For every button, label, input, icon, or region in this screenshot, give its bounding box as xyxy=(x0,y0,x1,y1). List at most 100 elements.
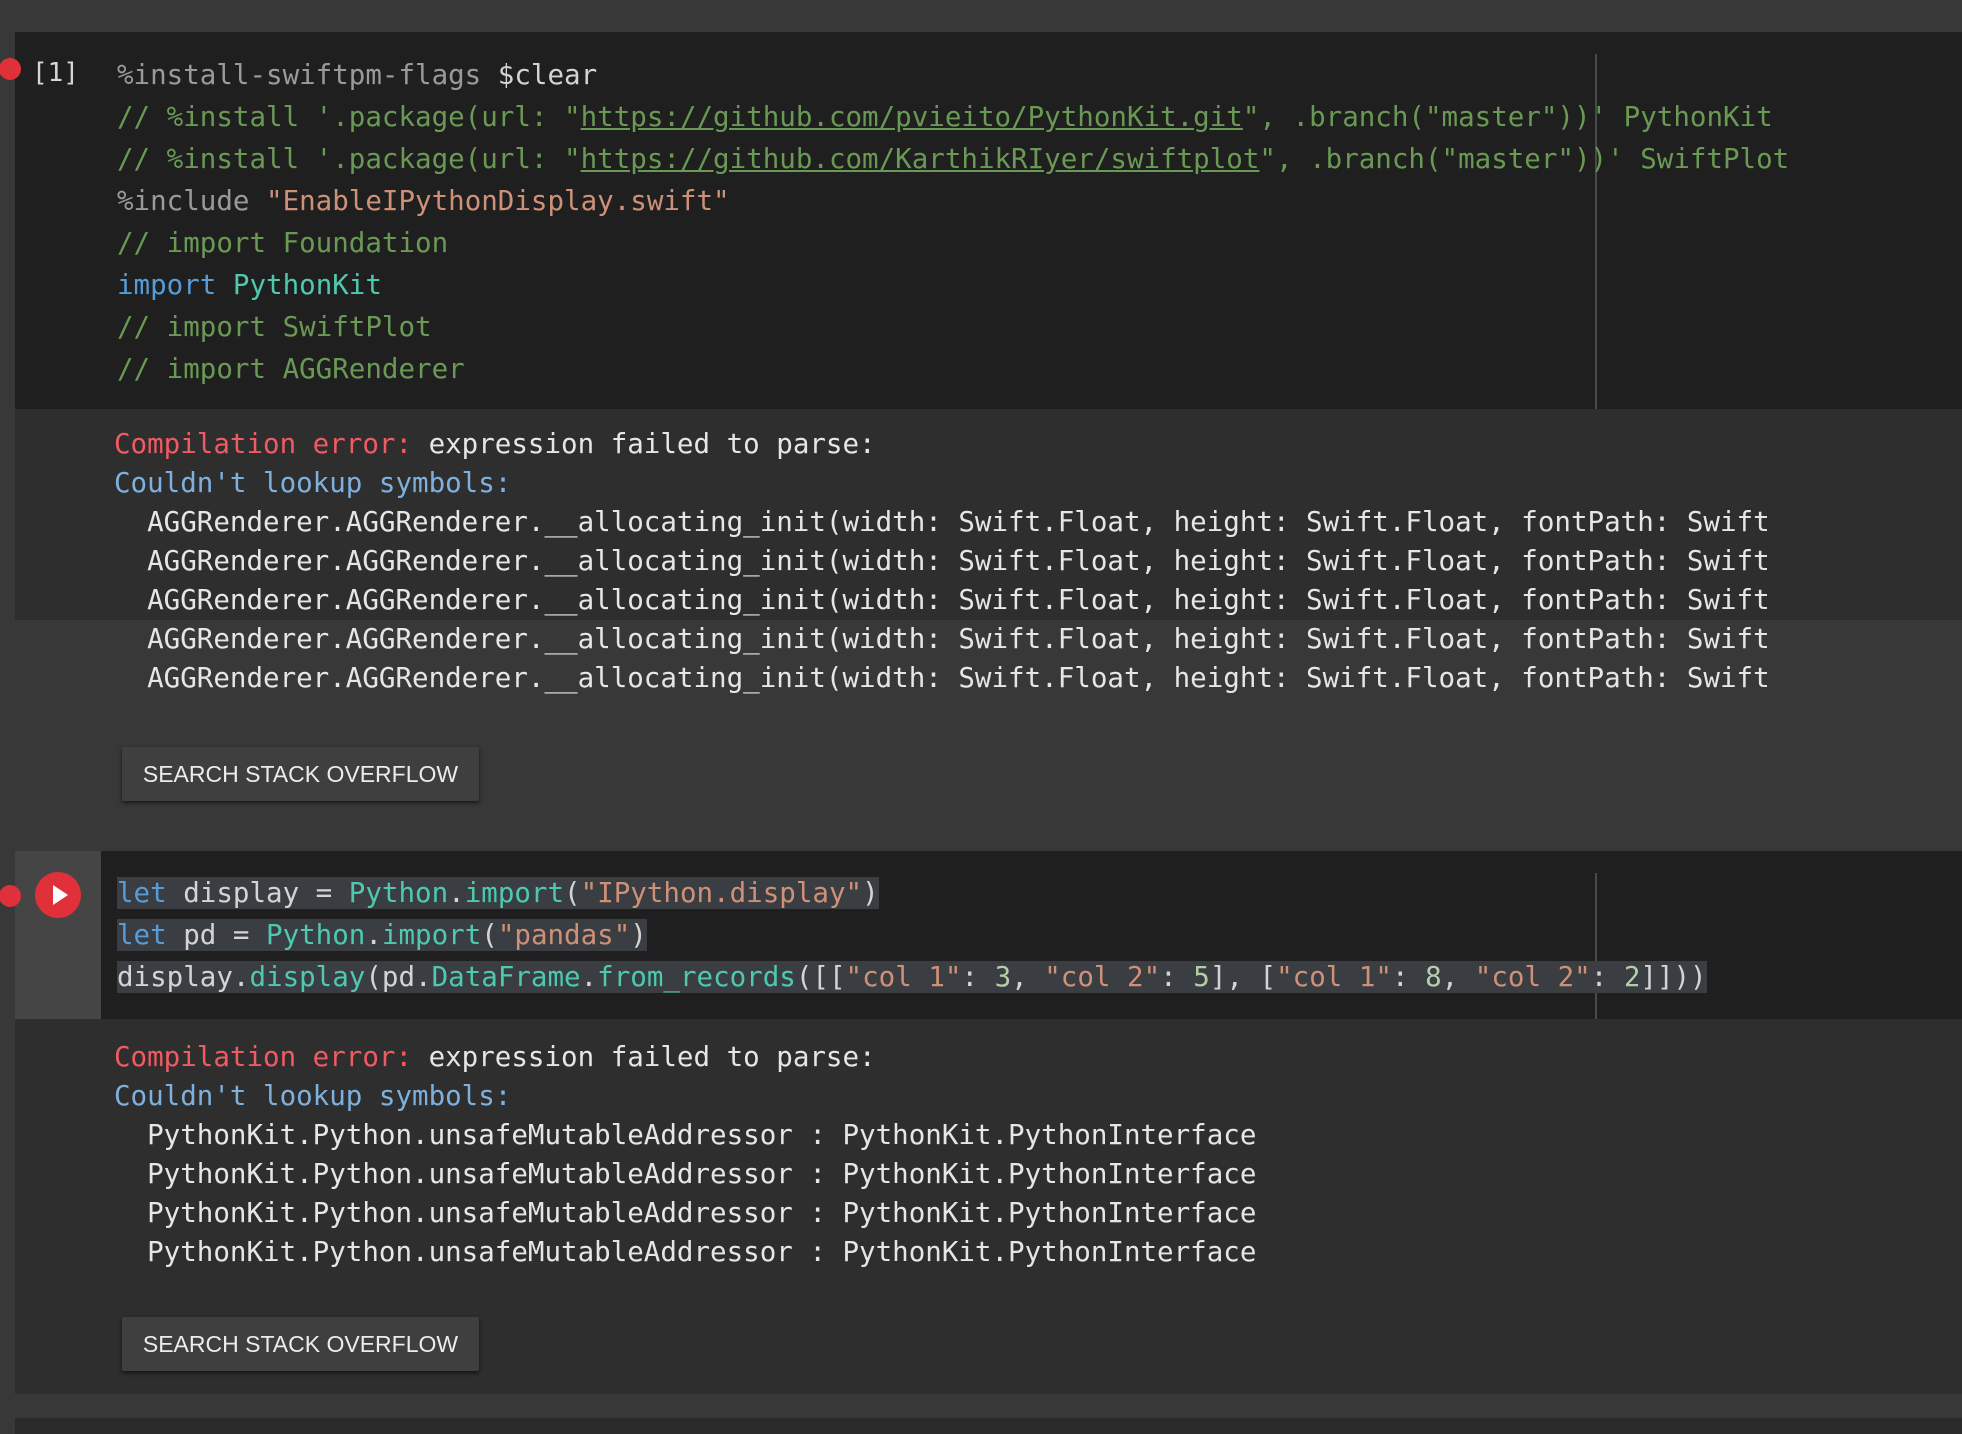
code-token: pd = xyxy=(166,919,267,951)
code-token: . xyxy=(580,961,598,993)
search-stack-overflow-button[interactable]: SEARCH STACK OVERFLOW xyxy=(122,747,479,801)
code-token: let xyxy=(117,877,167,909)
code-token: from_records xyxy=(597,961,796,993)
code-line: // import SwiftPlot xyxy=(117,306,432,348)
code-line: // %install '.package(url: "https://gith… xyxy=(117,138,1789,180)
code-line-text: // import AGGRenderer xyxy=(117,353,465,385)
code-token: "IPython.display" xyxy=(580,877,863,909)
code-line: // import Foundation xyxy=(117,222,448,264)
code-line-text: let pd = Python.import("pandas") xyxy=(117,919,647,951)
error-header: Compilation error: expression failed to … xyxy=(114,425,876,464)
code-token: , xyxy=(1011,961,1045,993)
code-token: ( xyxy=(564,877,581,909)
lookup-label: Couldn't lookup symbols: xyxy=(114,467,512,499)
code-token: 8 xyxy=(1425,961,1442,993)
code-token: DataFrame xyxy=(431,961,581,993)
code-token: ) xyxy=(862,877,879,909)
code-token: display = xyxy=(166,877,349,909)
code-token[interactable]: https://github.com/pvieito/PythonKit.git xyxy=(581,101,1243,133)
symbol-line: PythonKit.Python.unsafeMutableAddressor … xyxy=(114,1158,1257,1190)
code-token: ", .branch("master"))' SwiftPlot xyxy=(1259,143,1790,175)
code-line: let pd = Python.import("pandas") xyxy=(117,914,647,956)
code-token: let xyxy=(117,919,167,951)
code-line-text: display.display(pd.DataFrame.from_record… xyxy=(117,961,1707,993)
symbol-line: AGGRenderer.AGGRenderer.__allocating_ini… xyxy=(114,584,1770,616)
code-token: // %install '.package(url: " xyxy=(117,101,581,133)
execution-count: [1] xyxy=(32,58,79,88)
code-line: import PythonKit xyxy=(117,264,382,306)
code-token: (pd. xyxy=(365,961,432,993)
code-token: "pandas" xyxy=(497,919,631,951)
code-token: . xyxy=(448,877,465,909)
code-token: : xyxy=(1590,961,1624,993)
code-line: display.display(pd.DataFrame.from_record… xyxy=(117,956,1707,998)
code-editor-1[interactable]: [1] %install-swiftpm-flags $clear // %ins… xyxy=(15,32,1962,409)
error-message: expression failed to parse: xyxy=(412,1041,876,1073)
code-token[interactable]: https://github.com/KarthikRIyer/swiftplo… xyxy=(581,143,1260,175)
code-token: ([[ xyxy=(795,961,846,993)
code-token: Python xyxy=(266,919,366,951)
code-line-text: // import SwiftPlot xyxy=(117,311,432,343)
code-line-text: // %install '.package(url: "https://gith… xyxy=(117,143,1789,175)
code-line: let display = Python.import("IPython.dis… xyxy=(117,872,879,914)
code-token: ]])) xyxy=(1640,961,1707,993)
error-indicator-dot xyxy=(0,885,21,907)
code-token: "col 2" xyxy=(1044,961,1161,993)
code-token: 5 xyxy=(1193,961,1210,993)
code-token: display xyxy=(249,961,366,993)
code-token: ( xyxy=(481,919,498,951)
code-token: PythonKit xyxy=(232,269,382,301)
search-stack-overflow-button[interactable]: SEARCH STACK OVERFLOW xyxy=(122,1317,479,1371)
code-token: %include xyxy=(117,185,267,217)
symbol-line: PythonKit.Python.unsafeMutableAddressor … xyxy=(114,1119,1257,1151)
next-cell-edge xyxy=(15,1418,1962,1434)
code-line-text: let display = Python.import("IPython.dis… xyxy=(117,877,879,909)
code-token: import xyxy=(464,877,565,909)
symbol-line: PythonKit.Python.unsafeMutableAddressor … xyxy=(114,1197,1257,1229)
code-cell-1[interactable]: [1] %install-swiftpm-flags $clear // %ins… xyxy=(0,32,1962,801)
code-token: "col 1" xyxy=(1276,961,1392,993)
code-token: ], [ xyxy=(1209,961,1277,993)
code-token: Python xyxy=(348,877,449,909)
code-cell-2[interactable]: let display = Python.import("IPython.dis… xyxy=(0,851,1962,1394)
code-line: %include "EnableIPythonDisplay.swift" xyxy=(117,180,730,222)
code-token: import xyxy=(381,919,482,951)
code-token: : xyxy=(961,961,995,993)
code-token: // %install '.package(url: " xyxy=(117,143,581,175)
symbol-line: AGGRenderer.AGGRenderer.__allocating_ini… xyxy=(114,545,1770,577)
code-line: // %install '.package(url: "https://gith… xyxy=(117,96,1773,138)
code-token: $clear xyxy=(481,59,598,91)
error-label: Compilation error: xyxy=(114,428,413,460)
cell-gutter-1: [1] xyxy=(15,32,101,409)
code-line-text: // %install '.package(url: "https://gith… xyxy=(117,101,1773,133)
code-token: "col 2" xyxy=(1474,961,1591,993)
symbol-line: AGGRenderer.AGGRenderer.__allocating_ini… xyxy=(114,506,1770,538)
run-cell-button[interactable] xyxy=(35,872,81,918)
code-token: : xyxy=(1391,961,1426,993)
code-token: 2 xyxy=(1623,961,1641,993)
lookup-label: Couldn't lookup symbols: xyxy=(114,1080,512,1112)
code-token: ", .branch("master"))' PythonKit xyxy=(1242,101,1773,133)
error-message: expression failed to parse: xyxy=(412,428,876,460)
code-line-text: import PythonKit xyxy=(117,269,382,301)
symbol-line: PythonKit.Python.unsafeMutableAddressor … xyxy=(114,1236,1257,1268)
symbol-line: AGGRenderer.AGGRenderer.__allocating_ini… xyxy=(114,623,1770,655)
code-line: // import AGGRenderer xyxy=(117,348,465,390)
code-token: 3 xyxy=(994,961,1012,993)
code-token: , xyxy=(1441,961,1475,993)
code-token: "EnableIPythonDisplay.swift" xyxy=(266,185,730,217)
symbol-line: AGGRenderer.AGGRenderer.__allocating_ini… xyxy=(114,662,1770,694)
code-line: %install-swiftpm-flags $clear xyxy=(117,54,597,96)
error-indicator-dot xyxy=(0,58,21,80)
error-label: Compilation error: xyxy=(114,1041,413,1073)
code-editor-2[interactable]: let display = Python.import("IPython.dis… xyxy=(15,851,1962,1019)
code-line-text: // import Foundation xyxy=(117,227,448,259)
code-token: // import AGGRenderer xyxy=(117,353,465,385)
code-line-text: %install-swiftpm-flags $clear xyxy=(117,59,597,91)
code-token: : xyxy=(1160,961,1194,993)
code-token: // import Foundation xyxy=(117,227,449,259)
code-token: import xyxy=(117,269,217,301)
code-token: %install-swiftpm-flags xyxy=(117,59,482,91)
cell-gutter-2 xyxy=(15,851,101,1019)
code-token: . xyxy=(365,919,382,951)
